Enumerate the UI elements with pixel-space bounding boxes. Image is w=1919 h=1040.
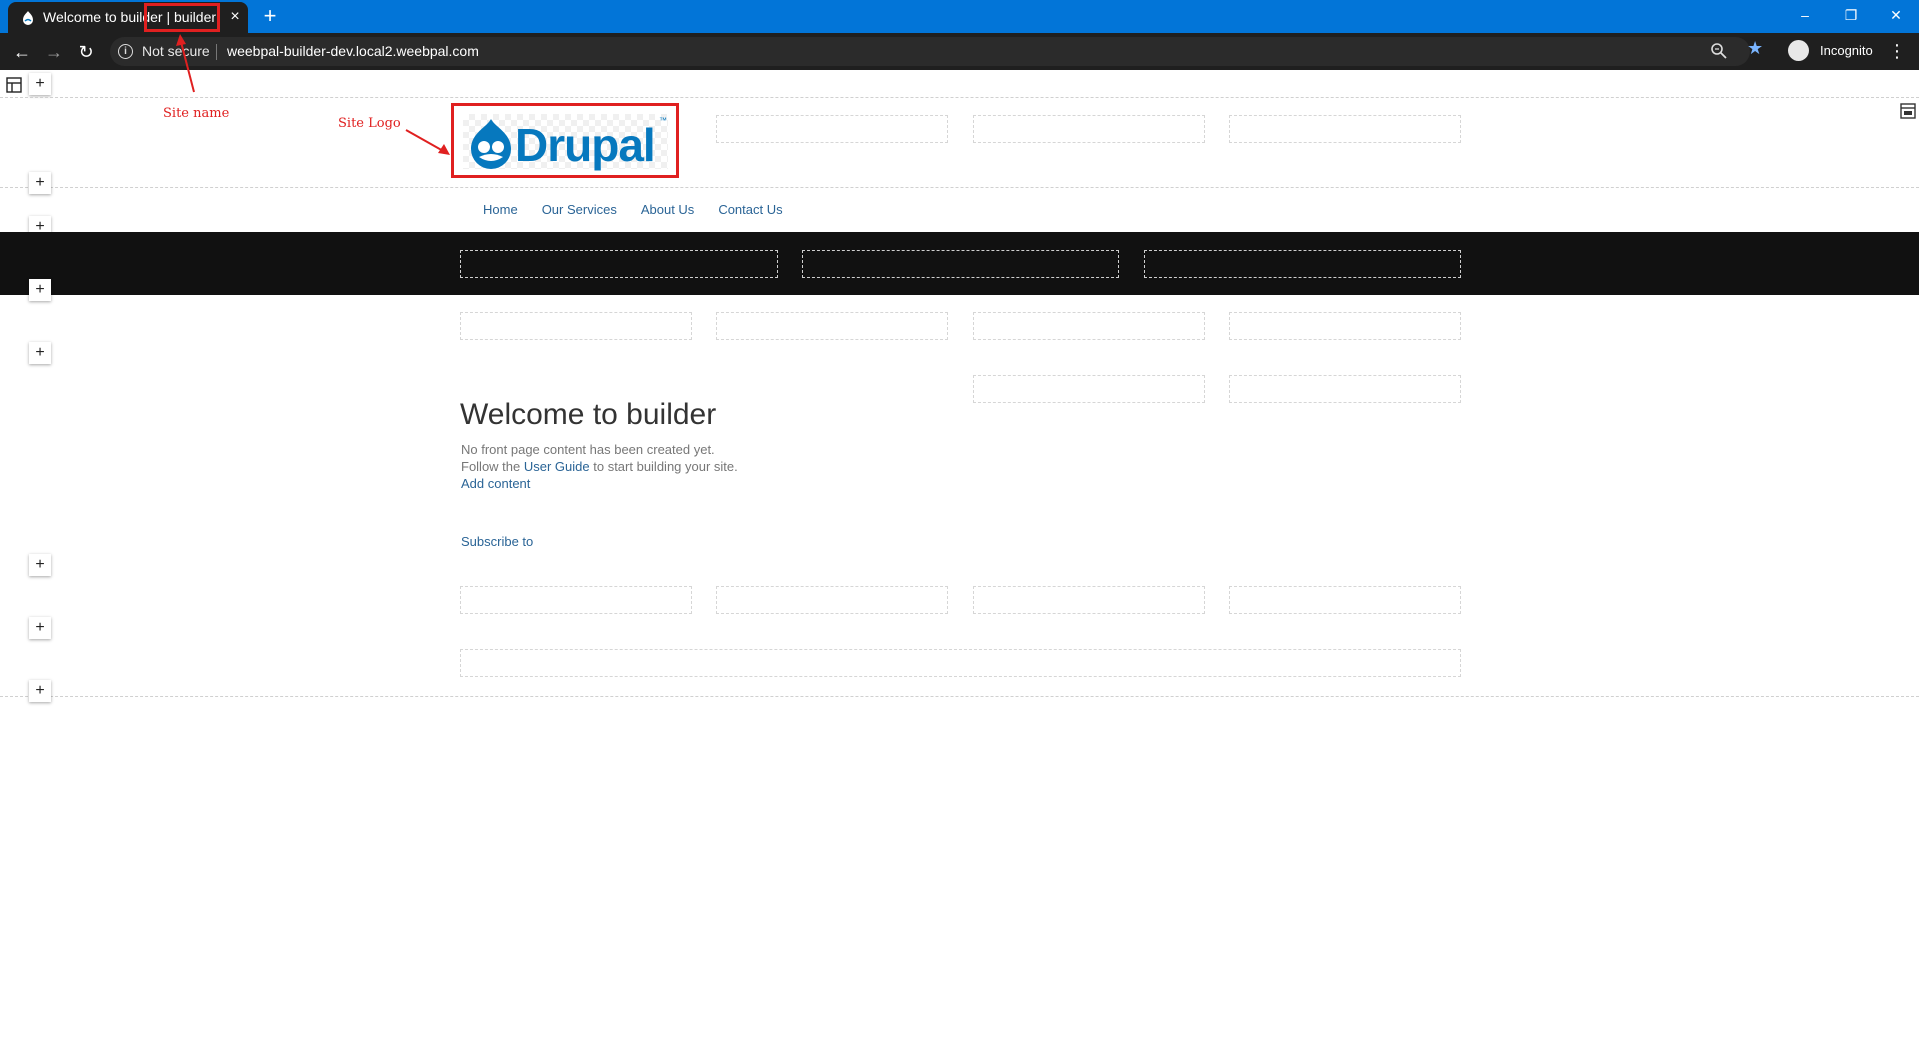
add-section-button[interactable]: + — [29, 172, 51, 194]
forward-icon[interactable]: → — [42, 40, 66, 64]
footer-block-placeholder[interactable] — [460, 586, 692, 614]
band-block-placeholder[interactable] — [1144, 250, 1461, 278]
user-guide-link[interactable]: User Guide — [524, 459, 590, 474]
site-name-annotation: Site name — [163, 106, 230, 121]
drupal-drop-icon — [471, 119, 511, 169]
add-section-button[interactable]: + — [29, 617, 51, 639]
user-guide-prefix: Follow the — [461, 459, 524, 474]
empty-front-text: No front page content has been created y… — [461, 442, 715, 457]
tab-strip: Welcome to builder | builder × + – ❐ ✕ — [0, 0, 1919, 33]
url-text[interactable]: weebpal-builder-dev.local2.weebpal.com — [227, 43, 479, 59]
user-guide-text: Follow the User Guide to start building … — [461, 459, 738, 474]
restore-icon[interactable]: ❐ — [1828, 0, 1874, 30]
incognito-indicator[interactable]: Incognito — [1780, 37, 1900, 65]
nav-link-home[interactable]: Home — [483, 202, 518, 217]
block-placeholder[interactable] — [460, 312, 692, 340]
block-placeholder[interactable] — [1229, 375, 1461, 403]
minimize-icon[interactable]: – — [1782, 0, 1828, 30]
full-width-placeholder[interactable] — [460, 649, 1461, 677]
header-block-placeholder[interactable] — [716, 115, 948, 143]
browser-toolbar: ← → ↻ i Not secure weebpal-builder-dev.l… — [0, 33, 1919, 70]
footer-block-placeholder[interactable] — [1229, 586, 1461, 614]
incognito-label: Incognito — [1820, 43, 1873, 58]
main-menu: Home Our Services About Us Contact Us — [483, 202, 807, 217]
settings-panel-icon[interactable] — [1900, 103, 1916, 119]
add-section-button[interactable]: + — [29, 680, 51, 702]
user-guide-suffix: to start building your site. — [589, 459, 738, 474]
window-close-icon[interactable]: ✕ — [1873, 0, 1919, 30]
header-block-placeholder[interactable] — [973, 115, 1205, 143]
region-divider — [0, 187, 1919, 188]
menu-kebab-icon[interactable]: ⋮ — [1888, 39, 1906, 63]
logo-wordmark: Drupal — [515, 119, 656, 171]
block-placeholder[interactable] — [716, 312, 948, 340]
dark-region — [0, 232, 1919, 295]
page-canvas: + Drupal ™ + Home Our Services About Us Con… — [0, 70, 1919, 1040]
add-section-button[interactable]: + — [29, 279, 51, 301]
region-divider — [0, 97, 1919, 98]
band-block-placeholder[interactable] — [802, 250, 1119, 278]
zoom-icon[interactable] — [1709, 41, 1729, 61]
add-section-button[interactable]: + — [29, 342, 51, 364]
block-placeholder[interactable] — [1229, 312, 1461, 340]
footer-block-placeholder[interactable] — [973, 586, 1205, 614]
band-block-placeholder[interactable] — [460, 250, 778, 278]
block-placeholder[interactable] — [973, 375, 1205, 403]
page-title: Welcome to builder — [460, 398, 717, 431]
block-placeholder[interactable] — [973, 312, 1205, 340]
site-logo-annotation: Site Logo — [338, 116, 401, 131]
layout-icon[interactable] — [6, 77, 22, 93]
info-icon[interactable]: i — [118, 44, 133, 59]
region-divider — [0, 696, 1919, 697]
nav-link-about-us[interactable]: About Us — [641, 202, 694, 217]
add-section-button[interactable]: + — [29, 554, 51, 576]
incognito-icon — [1788, 40, 1809, 61]
add-section-button[interactable]: + — [29, 73, 51, 95]
header-block-placeholder[interactable] — [1229, 115, 1461, 143]
bookmark-star-icon[interactable]: ★ — [1747, 38, 1763, 59]
security-label: Not secure — [142, 43, 210, 59]
new-tab-button[interactable]: + — [258, 4, 282, 28]
drupal-favicon-icon — [23, 11, 33, 25]
tab-close-icon[interactable]: × — [226, 6, 244, 28]
nav-link-contact-us[interactable]: Contact Us — [718, 202, 782, 217]
site-name-highlight — [144, 3, 220, 32]
back-icon[interactable]: ← — [10, 40, 34, 64]
address-bar[interactable]: i Not secure weebpal-builder-dev.local2.… — [110, 37, 1750, 66]
footer-block-placeholder[interactable] — [716, 586, 948, 614]
subscribe-link[interactable]: Subscribe to — [461, 534, 533, 549]
nav-link-our-services[interactable]: Our Services — [542, 202, 617, 217]
site-logo[interactable]: Drupal ™ — [463, 114, 668, 171]
reload-icon[interactable]: ↻ — [74, 40, 98, 64]
logo-trademark: ™ — [659, 116, 667, 125]
url-separator — [216, 44, 217, 60]
site-logo-highlight: Drupal ™ — [451, 103, 679, 178]
add-content-link[interactable]: Add content — [461, 476, 530, 491]
